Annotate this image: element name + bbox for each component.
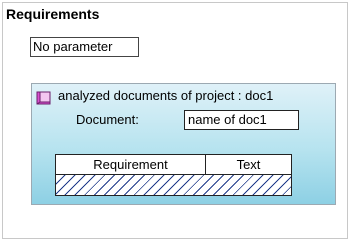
analyzed-documents-panel: analyzed documents of project : doc1 Doc… [31,83,336,205]
table-row-placeholder [56,175,291,195]
document-name-field[interactable]: name of doc1 [184,110,299,130]
panel-title: analyzed documents of project : doc1 [58,88,274,103]
document-label: Document: [76,112,139,127]
requirements-table: Requirement Text [55,154,292,196]
section-title: Requirements [6,6,100,22]
column-header-requirement[interactable]: Requirement [56,155,206,174]
parameter-box[interactable]: No parameter [30,37,139,57]
book-icon [36,91,51,105]
table-header-row: Requirement Text [56,155,291,175]
column-header-text[interactable]: Text [206,155,291,174]
